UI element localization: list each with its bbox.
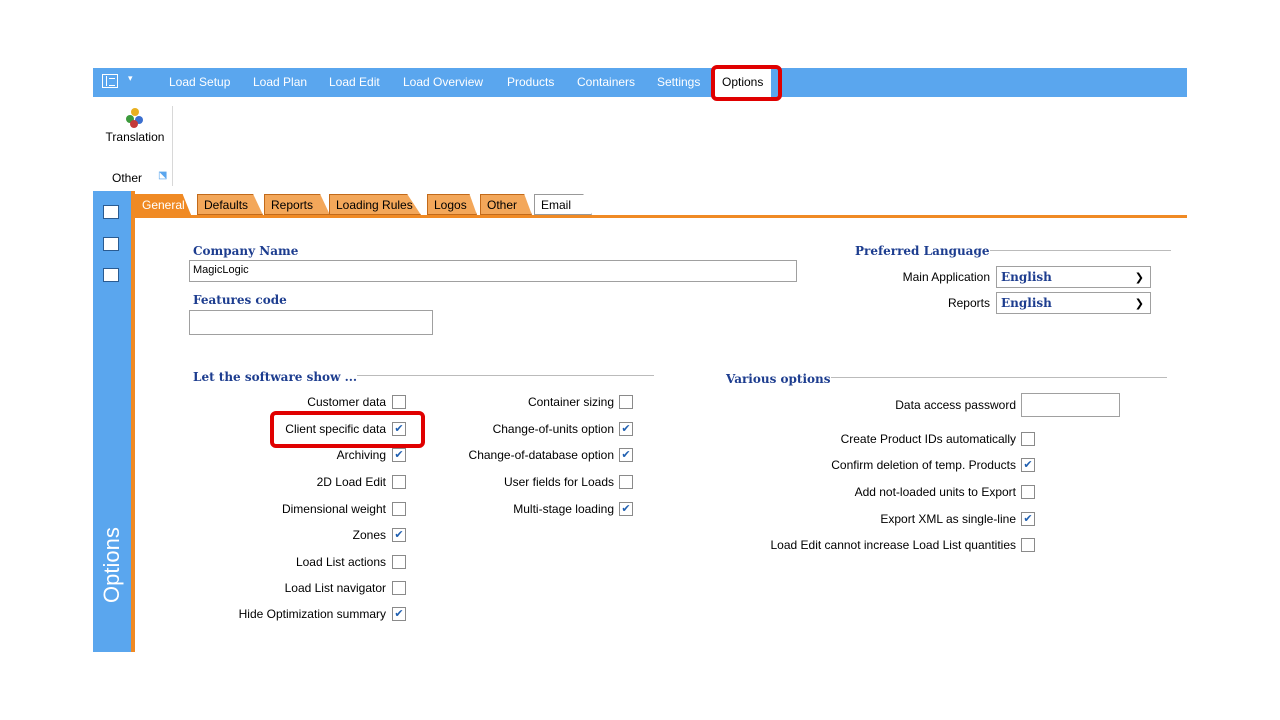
check-icon: ✔ <box>394 608 404 620</box>
load-list-navigator-checkbox[interactable] <box>392 581 406 595</box>
menu-load-setup[interactable]: Load Setup <box>169 75 230 89</box>
translation-icon <box>125 108 145 128</box>
chevron-down-icon[interactable]: ▾ <box>128 73 133 84</box>
customer-data-label: Customer data <box>307 395 386 409</box>
menu-load-edit[interactable]: Load Edit <box>329 75 380 89</box>
menu-containers[interactable]: Containers <box>577 75 635 89</box>
multi-stage-loading-label: Multi-stage loading <box>513 502 614 516</box>
reports-label: Reports <box>947 296 990 310</box>
archiving-label: Archiving <box>336 448 386 462</box>
export-xml-label: Export XML as single-line <box>880 512 1016 526</box>
add-not-loaded-checkbox[interactable] <box>1021 485 1035 499</box>
container-sizing-checkbox[interactable] <box>619 395 633 409</box>
data-access-password-input[interactable] <box>1021 393 1120 417</box>
confirm-deletion-checkbox[interactable]: ✔ <box>1021 458 1035 472</box>
hide-optimization-summary-checkbox[interactable]: ✔ <box>392 607 406 621</box>
various-options-title: Various options <box>726 372 831 386</box>
check-icon: ✔ <box>621 449 631 461</box>
data-access-password-label: Data access password <box>895 398 1016 412</box>
translation-label: Translation <box>105 130 165 144</box>
customer-data-checkbox[interactable] <box>392 395 406 409</box>
options-sidebar: Options <box>93 191 131 652</box>
ribbon-group-label: Other <box>112 171 143 185</box>
change-of-units-checkbox[interactable]: ✔ <box>619 422 633 436</box>
app-menu-icon[interactable] <box>102 74 118 88</box>
sidebar-title: Options <box>99 527 124 603</box>
user-fields-checkbox[interactable] <box>619 475 633 489</box>
load-edit-quantities-checkbox[interactable] <box>1021 538 1035 552</box>
features-code-input[interactable] <box>189 310 433 335</box>
tab-reports[interactable]: Reports <box>264 194 330 215</box>
tab-email[interactable]: Email <box>534 194 592 215</box>
change-of-database-checkbox[interactable]: ✔ <box>619 448 633 462</box>
image-icon[interactable] <box>103 268 119 282</box>
add-not-loaded-label: Add not-loaded units to Export <box>854 485 1016 499</box>
export-xml-checkbox[interactable]: ✔ <box>1021 512 1035 526</box>
preferred-language-line <box>990 250 1171 251</box>
check-icon: ✔ <box>1023 459 1033 471</box>
company-name-title: Company Name <box>193 244 299 258</box>
tab-logos[interactable]: Logos <box>427 194 477 215</box>
container-sizing-label: Container sizing <box>527 395 614 409</box>
translation-button[interactable]: Translation <box>98 108 172 144</box>
check-icon: ✔ <box>1023 513 1033 525</box>
user-fields-label: User fields for Loads <box>503 475 614 489</box>
check-icon: ✔ <box>394 529 404 541</box>
tab-defaults[interactable]: Defaults <box>197 194 263 215</box>
menu-settings[interactable]: Settings <box>657 75 700 89</box>
tab-general[interactable]: General <box>135 194 191 215</box>
zones-checkbox[interactable]: ✔ <box>392 528 406 542</box>
zones-label: Zones <box>352 528 386 542</box>
chevron-down-icon: ❯ <box>1134 297 1144 310</box>
check-icon: ✔ <box>394 449 404 461</box>
load-edit-quantities-label: Load Edit cannot increase Load List quan… <box>770 538 1016 552</box>
main-application-select[interactable]: English ❯ <box>996 266 1151 288</box>
check-icon: ✔ <box>621 503 631 515</box>
2d-load-edit-label: 2D Load Edit <box>316 475 386 489</box>
highlight-box-options-menu <box>711 65 782 101</box>
tab-other[interactable]: Other <box>480 194 532 215</box>
menu-load-overview[interactable]: Load Overview <box>403 75 483 89</box>
dimensional-weight-checkbox[interactable] <box>392 502 406 516</box>
check-icon: ✔ <box>621 423 631 435</box>
menu-products[interactable]: Products <box>507 75 554 89</box>
change-of-database-label: Change-of-database option <box>468 448 614 462</box>
menu-bar: ▾ Load Setup Load Plan Load Edit Load Ov… <box>93 68 1187 97</box>
menu-load-plan[interactable]: Load Plan <box>253 75 307 89</box>
create-product-ids-checkbox[interactable] <box>1021 432 1035 446</box>
ribbon-divider <box>172 106 173 186</box>
highlight-box-client-specific-data <box>270 411 425 448</box>
reports-language-value: English <box>1001 296 1052 310</box>
create-product-ids-label: Create Product IDs automatically <box>840 432 1016 446</box>
chevron-down-icon: ❯ <box>1134 271 1144 284</box>
load-list-actions-label: Load List actions <box>295 555 386 569</box>
confirm-deletion-label: Confirm deletion of temp. Products <box>831 458 1016 472</box>
load-list-actions-checkbox[interactable] <box>392 555 406 569</box>
dialog-launcher-icon[interactable]: ⬔ <box>158 170 167 181</box>
load-list-navigator-label: Load List navigator <box>284 581 386 595</box>
reports-language-select[interactable]: English ❯ <box>996 292 1151 314</box>
features-code-title: Features code <box>193 293 287 307</box>
main-application-label: Main Application <box>902 270 990 284</box>
change-of-units-label: Change-of-units option <box>492 422 614 436</box>
show-section-title: Let the software show ... <box>193 370 358 384</box>
multi-stage-loading-checkbox[interactable]: ✔ <box>619 502 633 516</box>
hide-optimization-summary-label: Hide Optimization summary <box>238 607 386 621</box>
2d-load-edit-checkbox[interactable] <box>392 475 406 489</box>
list-icon[interactable] <box>103 237 119 251</box>
tree-icon[interactable] <box>103 205 119 219</box>
company-name-input[interactable]: MagicLogic <box>189 260 797 282</box>
tab-loading-rules[interactable]: Loading Rules <box>329 194 421 215</box>
various-options-line <box>831 377 1167 378</box>
show-section-line <box>357 375 654 376</box>
preferred-language-title: Preferred Language <box>855 244 990 258</box>
archiving-checkbox[interactable]: ✔ <box>392 448 406 462</box>
dimensional-weight-label: Dimensional weight <box>281 502 386 516</box>
options-tabs: General Defaults Reports Loading Rules L… <box>135 191 1187 218</box>
main-application-value: English <box>1001 270 1052 284</box>
